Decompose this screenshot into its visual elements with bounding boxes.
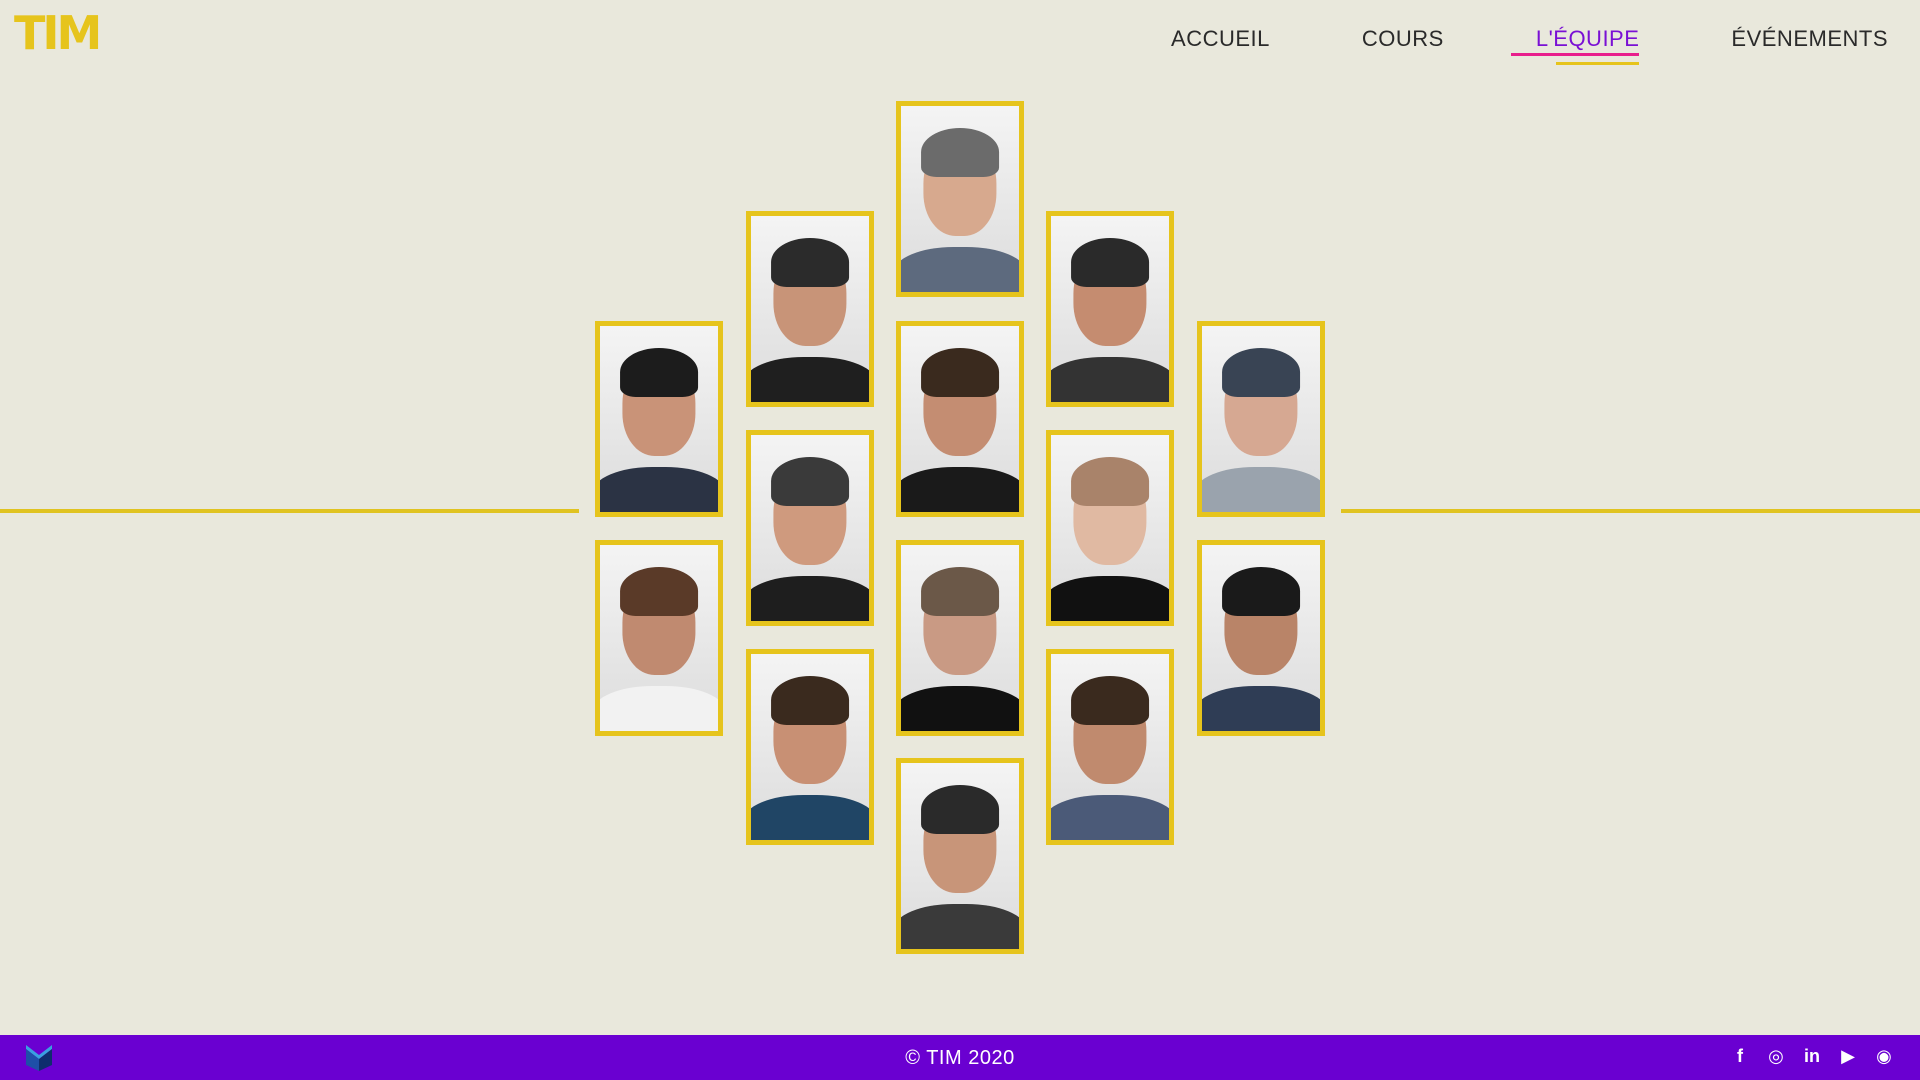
- portrait-shirt: [901, 247, 1019, 292]
- team-member-card[interactable]: [1046, 430, 1174, 626]
- portrait-shirt: [1051, 576, 1169, 621]
- team-member-card[interactable]: [746, 211, 874, 407]
- portrait-shirt: [600, 467, 718, 512]
- portrait-hair: [620, 348, 698, 397]
- team-member-card[interactable]: [1197, 321, 1325, 517]
- team-member-card[interactable]: [1197, 540, 1325, 736]
- team-member-card[interactable]: [595, 321, 723, 517]
- portrait-hair: [921, 567, 999, 616]
- portrait-shirt: [901, 467, 1019, 512]
- team-member-card[interactable]: [746, 430, 874, 626]
- footer: © TIM 2020 f ◎ in ▶ ◉: [0, 1035, 1920, 1080]
- portrait-shirt: [1051, 357, 1169, 402]
- team-member-card[interactable]: [896, 540, 1024, 736]
- portrait-shirt: [1202, 686, 1320, 731]
- copyright-text: © TIM 2020: [905, 1047, 1015, 1069]
- youtube-icon[interactable]: ▶: [1836, 1044, 1860, 1068]
- team-member-card[interactable]: [896, 758, 1024, 954]
- portrait-hair: [771, 676, 849, 725]
- portrait-hair: [921, 348, 999, 397]
- portrait-shirt: [751, 357, 869, 402]
- portrait-shirt: [751, 576, 869, 621]
- instagram-icon[interactable]: ◎: [1764, 1044, 1788, 1068]
- portrait-hair: [771, 238, 849, 287]
- portrait-hair: [1071, 676, 1149, 725]
- portrait-hair: [921, 785, 999, 834]
- portrait-hair: [1222, 567, 1300, 616]
- portrait-hair: [620, 567, 698, 616]
- portrait-hair: [921, 128, 999, 177]
- portrait-hair: [1071, 457, 1149, 506]
- portrait-hair: [1222, 348, 1300, 397]
- portrait-hair: [771, 457, 849, 506]
- social-links: f ◎ in ▶ ◉: [1728, 1044, 1896, 1068]
- portrait-shirt: [901, 904, 1019, 949]
- team-member-card[interactable]: [746, 649, 874, 845]
- portrait-shirt: [1051, 795, 1169, 840]
- discord-icon[interactable]: ◉: [1872, 1044, 1896, 1068]
- portrait-shirt: [751, 795, 869, 840]
- team-member-card[interactable]: [1046, 211, 1174, 407]
- portrait-hair: [1071, 238, 1149, 287]
- facebook-icon[interactable]: f: [1728, 1044, 1752, 1068]
- portrait-shirt: [901, 686, 1019, 731]
- team-member-card[interactable]: [896, 321, 1024, 517]
- team-member-card[interactable]: [1046, 649, 1174, 845]
- linkedin-icon[interactable]: in: [1800, 1044, 1824, 1068]
- team-member-card[interactable]: [595, 540, 723, 736]
- team-grid: [0, 0, 1920, 1080]
- portrait-shirt: [1202, 467, 1320, 512]
- team-member-card[interactable]: [896, 101, 1024, 297]
- portrait-shirt: [600, 686, 718, 731]
